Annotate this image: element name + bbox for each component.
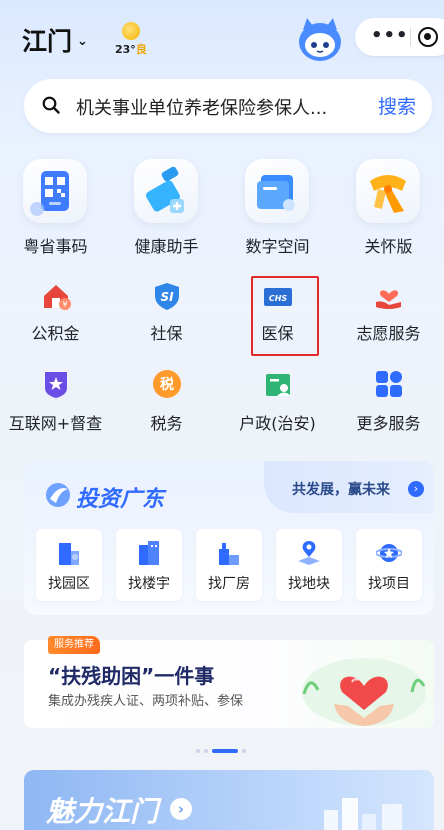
header: 江门 ⌄ 23°良 •••: [0, 0, 444, 80]
svg-text:SI: SI: [160, 290, 174, 304]
chevron-right-icon: ›: [170, 798, 192, 820]
sun-icon: [122, 22, 140, 40]
service-label: 更多服务: [356, 414, 421, 433]
land-location-icon: [298, 541, 320, 565]
service-label: 关怀版: [364, 237, 413, 256]
invest-item-label: 找厂房: [208, 576, 250, 592]
mascot-avatar-icon[interactable]: [295, 16, 345, 64]
invest-tagline[interactable]: 共发展，赢未来: [292, 479, 390, 499]
weather-temp: 23°良: [115, 43, 147, 56]
invest-item-building[interactable]: 找楼宇: [116, 529, 182, 601]
service-housing-fund[interactable]: ¥ 公积金: [0, 278, 111, 350]
service-label: 志愿服务: [356, 324, 421, 343]
invest-item-label: 找园区: [48, 576, 90, 592]
service-label: 粤省事码: [23, 237, 88, 256]
project-planet-icon: [376, 544, 402, 562]
service-volunteer[interactable]: 志愿服务: [333, 278, 444, 350]
digital-space-icon: [245, 159, 309, 223]
volunteer-icon: [376, 290, 401, 309]
service-tax[interactable]: 税 税务: [111, 366, 222, 438]
supervision-icon: [45, 372, 67, 398]
search-button[interactable]: 搜索: [378, 92, 416, 119]
charm-jiangmen-banner[interactable]: 魅力江门 ›: [24, 770, 434, 830]
invest-item-label: 找楼宇: [128, 576, 170, 592]
chevron-right-icon[interactable]: ›: [408, 481, 424, 497]
banner-description: 集成办残疾人证、两项补贴、参保: [48, 694, 244, 709]
invest-item-project[interactable]: 找项目: [356, 529, 422, 601]
service-health-assistant[interactable]: 健康助手: [111, 155, 222, 256]
svg-text:¥: ¥: [62, 300, 67, 309]
invest-guangdong-panel: 投资广东 共发展，赢未来 › 找园区 找楼宇 找厂房 找地块 找项目: [24, 461, 434, 615]
invest-item-land[interactable]: 找地块: [276, 529, 342, 601]
service-label: 健康助手: [134, 237, 199, 256]
svg-text:税: 税: [160, 376, 174, 393]
service-recommend-banner[interactable]: 服务推荐 “扶残助困”一件事 集成办残疾人证、两项补贴、参保: [24, 636, 434, 728]
invest-item-park[interactable]: 找园区: [36, 529, 102, 601]
invest-item-factory[interactable]: 找厂房: [196, 529, 262, 601]
service-supervision[interactable]: 互联网+督查: [0, 366, 111, 438]
search-icon: [42, 96, 60, 114]
social-security-icon: SI: [155, 283, 179, 310]
mini-program-capsule: •••: [355, 18, 444, 56]
qr-code-icon: [23, 159, 87, 223]
weather-widget[interactable]: 23°良: [113, 20, 149, 58]
invest-title: 投资广东: [76, 487, 165, 512]
invest-logo-icon: [46, 483, 70, 507]
household-registration-icon: [266, 374, 291, 396]
tax-icon: 税: [153, 370, 181, 398]
recommend-badge: 服务推荐: [48, 636, 100, 654]
service-label: 互联网+督查: [8, 414, 103, 433]
service-label: 数字空间: [245, 237, 310, 256]
service-qr-code[interactable]: 粤省事码: [0, 155, 111, 256]
invest-item-label: 找地块: [288, 576, 330, 592]
chevron-down-icon: ⌄: [77, 33, 88, 49]
helping-hands-heart-icon: [302, 658, 426, 726]
highlight-box: [251, 276, 319, 356]
service-household[interactable]: 户政(治安): [222, 366, 333, 438]
service-more[interactable]: 更多服务: [333, 366, 444, 438]
service-label: 税务: [150, 414, 183, 433]
city-selector[interactable]: 江门 ⌄: [22, 22, 88, 58]
charm-title: 魅力江门: [46, 795, 159, 828]
housing-fund-icon: ¥: [44, 285, 71, 310]
search-bar[interactable]: 机关事业单位养老保险参保人... 搜索: [24, 79, 432, 133]
park-building-icon: [59, 543, 79, 565]
banner-title: “扶残助困”一件事: [48, 664, 215, 688]
care-scarf-icon: [356, 159, 420, 223]
service-label: 户政(治安): [239, 414, 316, 433]
service-label: 公积金: [31, 324, 80, 343]
service-digital-space[interactable]: 数字空间: [222, 155, 333, 256]
service-label: 社保: [150, 324, 183, 343]
factory-icon: [219, 543, 239, 565]
service-social-security[interactable]: SI 社保: [111, 278, 222, 350]
service-care-mode[interactable]: 关怀版: [333, 155, 444, 256]
close-target-icon[interactable]: [418, 27, 438, 47]
invest-item-label: 找项目: [368, 576, 410, 592]
more-services-icon: [376, 371, 402, 397]
carousel-indicator: [196, 740, 250, 753]
health-assistant-icon: [134, 159, 198, 223]
more-menu-icon[interactable]: •••: [371, 27, 409, 45]
city-buildings-icon: [324, 798, 402, 830]
city-name: 江门: [22, 27, 73, 56]
search-input[interactable]: 机关事业单位养老保险参保人...: [76, 94, 327, 120]
office-building-icon: [139, 541, 159, 565]
